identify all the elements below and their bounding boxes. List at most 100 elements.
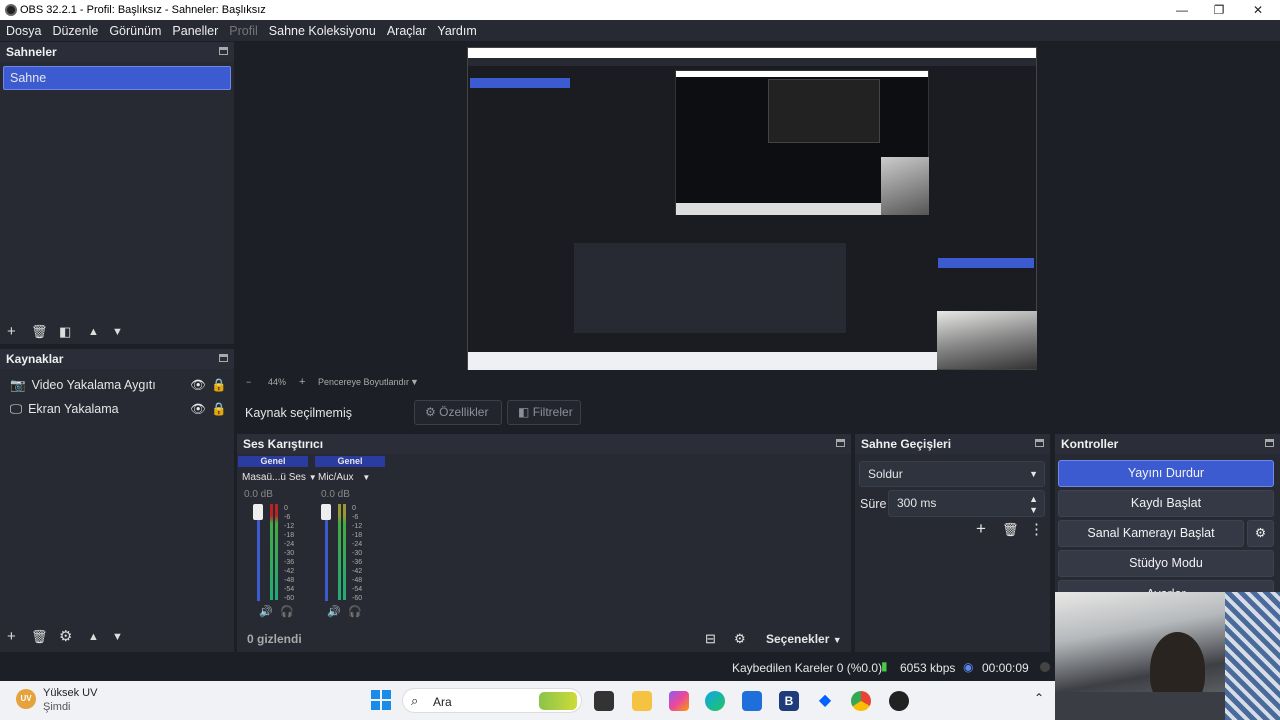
trash-icon[interactable]: 🗑 <box>31 629 48 645</box>
maximize-button[interactable]: ❐ <box>1209 2 1229 18</box>
volume-handle[interactable] <box>253 504 263 520</box>
layout-icon[interactable]: ⊟ <box>705 631 716 647</box>
menu-sahne-koleksiyonu[interactable]: Sahne Koleksiyonu <box>269 24 376 38</box>
fit-window-label[interactable]: Pencereye Boyutlandır <box>318 377 409 387</box>
level-meter <box>343 504 346 600</box>
popout-icon[interactable] <box>219 354 228 362</box>
duration-input[interactable]: 300 ms ▲ ▼ <box>888 490 1045 517</box>
hidden-count: 0 gizlendi <box>247 632 302 646</box>
gear-icon[interactable]: ⚙ <box>59 629 72 645</box>
stream-time: 00:00:09 <box>982 661 1029 675</box>
move-up-icon[interactable]: ▲ <box>88 629 99 645</box>
stop-stream-button[interactable]: Yayını Durdur <box>1058 460 1274 487</box>
volume-slider[interactable] <box>325 506 328 601</box>
filters-button[interactable]: ◧ Filtreler <box>507 400 581 425</box>
duration-value: 300 ms <box>897 496 937 510</box>
trash-icon[interactable]: 🗑 <box>31 324 48 340</box>
b-app-icon[interactable]: B <box>779 691 799 711</box>
mixer-header: Ses Karıştırıcı <box>237 434 851 454</box>
start-record-button[interactable]: Kaydı Başlat <box>1058 490 1274 517</box>
close-button[interactable]: ✕ <box>1248 2 1268 18</box>
properties-label: Özellikler <box>439 405 489 419</box>
zoom-out-icon[interactable]: − <box>246 377 251 387</box>
camera-icon: 📷 <box>10 377 26 392</box>
move-up-icon[interactable]: ▲ <box>88 324 99 340</box>
zoom-in-icon[interactable]: + <box>299 376 305 388</box>
popout-icon[interactable] <box>1265 439 1274 447</box>
channel-name[interactable]: Mic/Aux ▼ <box>315 472 385 483</box>
popout-icon[interactable] <box>836 439 845 447</box>
trash-icon[interactable]: 🗑 <box>1002 522 1019 538</box>
channel-header: Genel <box>238 456 308 467</box>
virtual-cam-button[interactable]: Sanal Kamerayı Başlat <box>1058 520 1244 547</box>
eye-icon[interactable]: 👁 <box>190 402 206 417</box>
tray-chevron-up-icon[interactable]: ⌃ <box>1034 691 1044 705</box>
nested-mixer <box>574 243 846 333</box>
uv-weather-icon[interactable]: UV <box>16 689 36 709</box>
properties-button[interactable]: ⚙ Özellikler <box>414 400 502 425</box>
edge-icon[interactable] <box>705 691 725 711</box>
minimize-button[interactable]: — <box>1172 2 1192 18</box>
lock-icon[interactable]: 🔒 <box>211 378 227 393</box>
gear-icon[interactable]: ⚙ <box>734 631 746 647</box>
scene-item-sahne[interactable]: Sahne <box>3 66 231 90</box>
move-down-icon[interactable]: ▼ <box>112 324 123 340</box>
search-highlight-icon <box>539 692 577 710</box>
volume-slider[interactable] <box>257 506 260 601</box>
move-down-icon[interactable]: ▼ <box>112 629 123 645</box>
lock-icon[interactable]: 🔒 <box>211 402 227 417</box>
volume-handle[interactable] <box>321 504 331 520</box>
mixer-footer: 0 gizlendi ⊟ ⚙ Seçenekler ▼ <box>237 626 851 652</box>
source-item-video[interactable]: 📷 Video Yakalama Aygıtı 👁 🔒 <box>0 373 234 397</box>
menu-profil[interactable]: Profil <box>229 24 257 38</box>
eye-icon[interactable]: 👁 <box>190 378 206 393</box>
source-item-screen[interactable]: 🖵 Ekran Yakalama 👁 🔒 <box>0 397 234 421</box>
source-status: Kaynak seçilmemiş <box>245 406 352 420</box>
popout-icon[interactable] <box>219 47 228 55</box>
chrome-icon[interactable] <box>851 691 871 711</box>
obs-taskbar-icon[interactable] <box>889 691 909 711</box>
scenes-header: Sahneler <box>0 42 234 62</box>
copilot-icon[interactable] <box>669 691 689 711</box>
channel-db: 0.0 dB <box>321 489 350 500</box>
menu-yardim[interactable]: Yardım <box>437 24 476 38</box>
filter-icon[interactable]: ◧ <box>59 324 71 340</box>
notification-title: Yüksek UV <box>43 687 98 699</box>
add-icon[interactable]: + <box>976 519 986 539</box>
mixer-title: Ses Karıştırıcı <box>243 437 324 451</box>
file-explorer-icon[interactable] <box>632 691 652 711</box>
chevron-down-icon[interactable]: ▼ <box>410 377 419 387</box>
headphones-icon[interactable]: 🎧 <box>348 605 362 618</box>
transition-select[interactable]: Soldur ▼ <box>859 461 1045 487</box>
headphones-icon[interactable]: 🎧 <box>280 605 294 618</box>
store-icon[interactable] <box>742 691 762 711</box>
nested-webcam <box>937 311 1037 369</box>
task-view-icon[interactable] <box>594 691 614 711</box>
dropped-frames: Kaybedilen Kareler 0 (%0.0) <box>732 661 883 675</box>
menu-duzenle[interactable]: Düzenle <box>52 24 98 38</box>
duration-label: Süre <box>860 497 887 511</box>
speaker-icon[interactable]: 🔊 <box>327 605 341 618</box>
menu-paneller[interactable]: Paneller <box>172 24 218 38</box>
menu-dosya[interactable]: Dosya <box>6 24 41 38</box>
add-icon[interactable]: + <box>7 629 16 645</box>
channel-name[interactable]: Masaü...ü Ses ▼ <box>238 472 317 483</box>
more-icon[interactable]: ⋮ <box>1029 520 1044 538</box>
options-button[interactable]: Seçenekler ▼ <box>766 632 842 646</box>
menu-araclar[interactable]: Araçlar <box>387 24 427 38</box>
source-label: Video Yakalama Aygıtı <box>31 378 156 392</box>
sources-dock: Kaynaklar 📷 Video Yakalama Aygıtı 👁 🔒 🖵 … <box>0 349 234 652</box>
popout-icon[interactable] <box>1035 439 1044 447</box>
windows-start-icon[interactable] <box>371 690 391 710</box>
menu-gorunum[interactable]: Görünüm <box>109 24 161 38</box>
nested-scene-item <box>470 78 570 88</box>
obs-logo-icon <box>5 4 17 16</box>
dropbox-icon[interactable]: ◆ <box>815 691 835 711</box>
studio-mode-button[interactable]: Stüdyo Modu <box>1058 550 1274 577</box>
level-meter <box>275 504 278 600</box>
search-box[interactable]: ⌕ Ara <box>402 688 582 713</box>
speaker-icon[interactable]: 🔊 <box>259 605 273 618</box>
add-icon[interactable]: + <box>7 324 16 340</box>
virtual-cam-gear-icon[interactable]: ⚙ <box>1247 520 1274 547</box>
preview-nested-capture <box>467 47 1037 370</box>
